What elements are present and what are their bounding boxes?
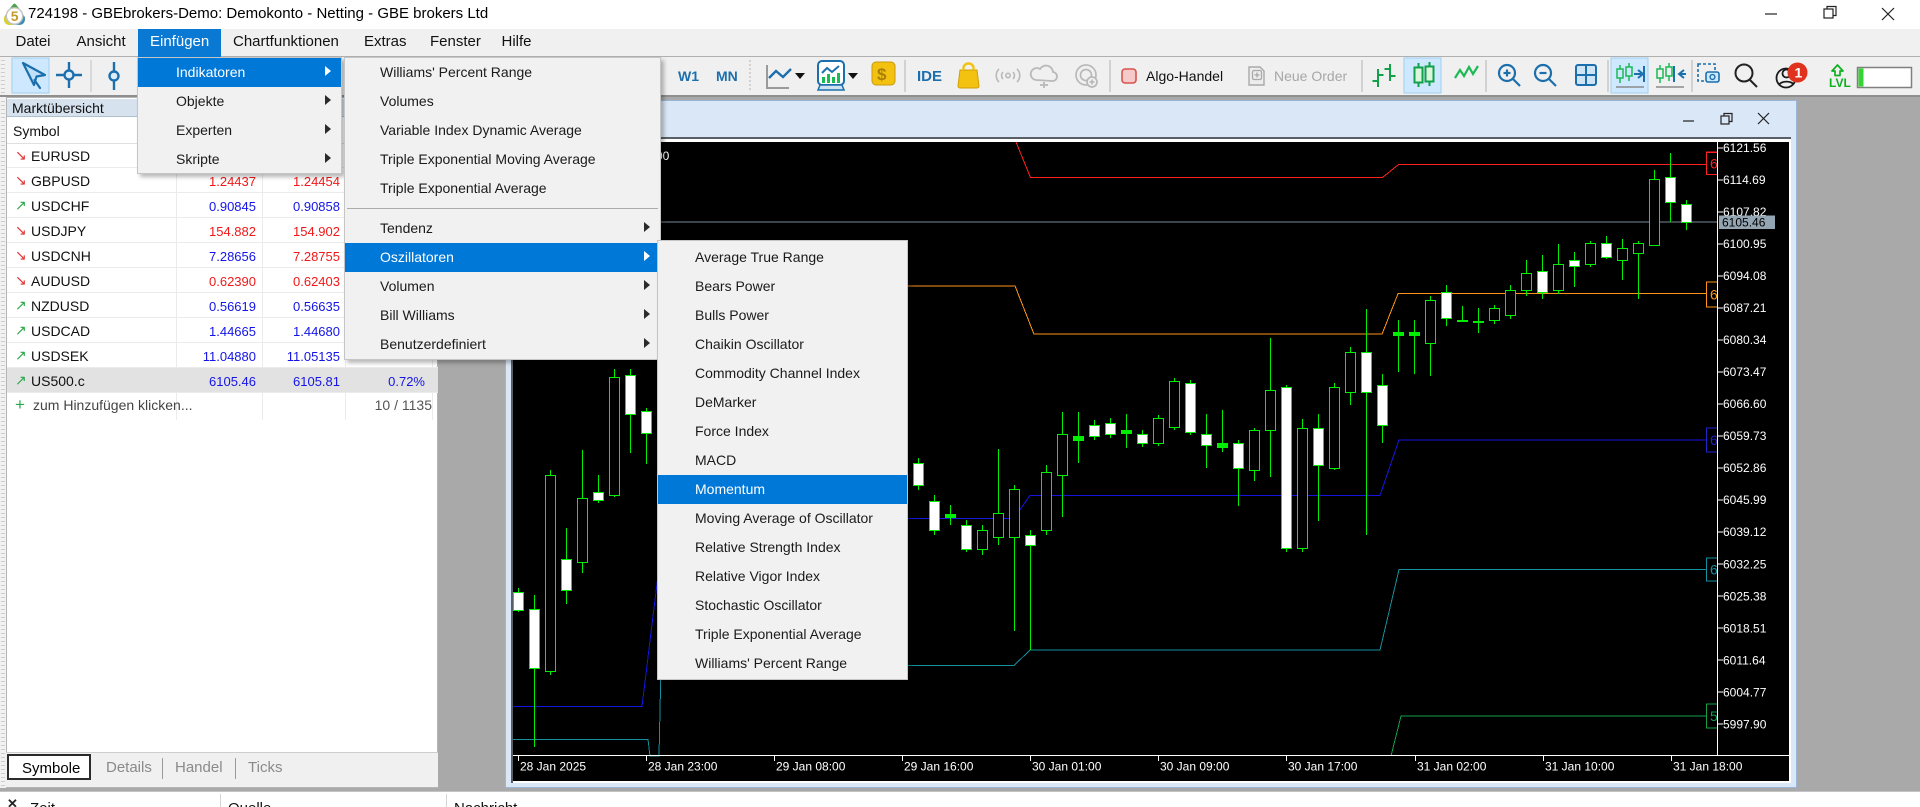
svg-text:6100.95: 6100.95 [1723,237,1767,251]
svg-text:28 Jan 2025: 28 Jan 2025 [520,760,586,774]
svg-text:6025.38: 6025.38 [1723,589,1767,603]
svg-text:6032.25: 6032.25 [1723,557,1767,571]
svg-text:1: 1 [1795,65,1803,81]
svg-text:6114.69: 6114.69 [1723,173,1766,187]
svg-text:5: 5 [1710,708,1718,724]
svg-text:6039.12: 6039.12 [1723,525,1767,539]
svg-text:Algo-Handel: Algo-Handel [1146,68,1223,84]
svg-text:6087.21: 6087.21 [1723,301,1767,315]
svg-text:6: 6 [1710,287,1718,303]
svg-text:6045.99: 6045.99 [1723,493,1767,507]
svg-text:6080.34: 6080.34 [1723,333,1767,347]
svg-text:Neue Order: Neue Order [1274,68,1347,84]
svg-text:30 Jan 01:00: 30 Jan 01:00 [1032,760,1102,774]
svg-text:6105.46: 6105.46 [1722,216,1766,230]
svg-text:6094.08: 6094.08 [1723,269,1767,283]
svg-text:6004.77: 6004.77 [1723,685,1767,699]
svg-text:31 Jan 02:00: 31 Jan 02:00 [1417,760,1487,774]
svg-text:31 Jan 10:00: 31 Jan 10:00 [1545,760,1615,774]
svg-text:LVL: LVL [1829,76,1851,90]
svg-text:31 Jan 18:00: 31 Jan 18:00 [1673,760,1743,774]
svg-text:6: 6 [1710,155,1718,171]
svg-text:6: 6 [1710,432,1718,448]
svg-text:6059.73: 6059.73 [1723,429,1767,443]
svg-text:$: $ [877,65,887,84]
svg-text:6052.86: 6052.86 [1723,461,1767,475]
svg-text:6: 6 [1710,562,1718,578]
svg-text:29 Jan 08:00: 29 Jan 08:00 [776,760,846,774]
svg-text:W1: W1 [678,68,699,84]
svg-text:29 Jan 16:00: 29 Jan 16:00 [904,760,974,774]
svg-text:28 Jan 23:00: 28 Jan 23:00 [648,760,718,774]
svg-text:6011.64: 6011.64 [1723,653,1766,667]
svg-text:5997.90: 5997.90 [1723,717,1767,731]
svg-text:6018.51: 6018.51 [1723,621,1767,635]
svg-text:30 Jan 17:00: 30 Jan 17:00 [1288,760,1358,774]
svg-text:6121.56: 6121.56 [1723,142,1767,155]
svg-text:6073.47: 6073.47 [1723,365,1767,379]
svg-text:IDE: IDE [917,68,942,85]
svg-text:MN: MN [716,68,738,84]
svg-text:30 Jan 09:00: 30 Jan 09:00 [1160,760,1230,774]
svg-text:6066.60: 6066.60 [1723,397,1767,411]
